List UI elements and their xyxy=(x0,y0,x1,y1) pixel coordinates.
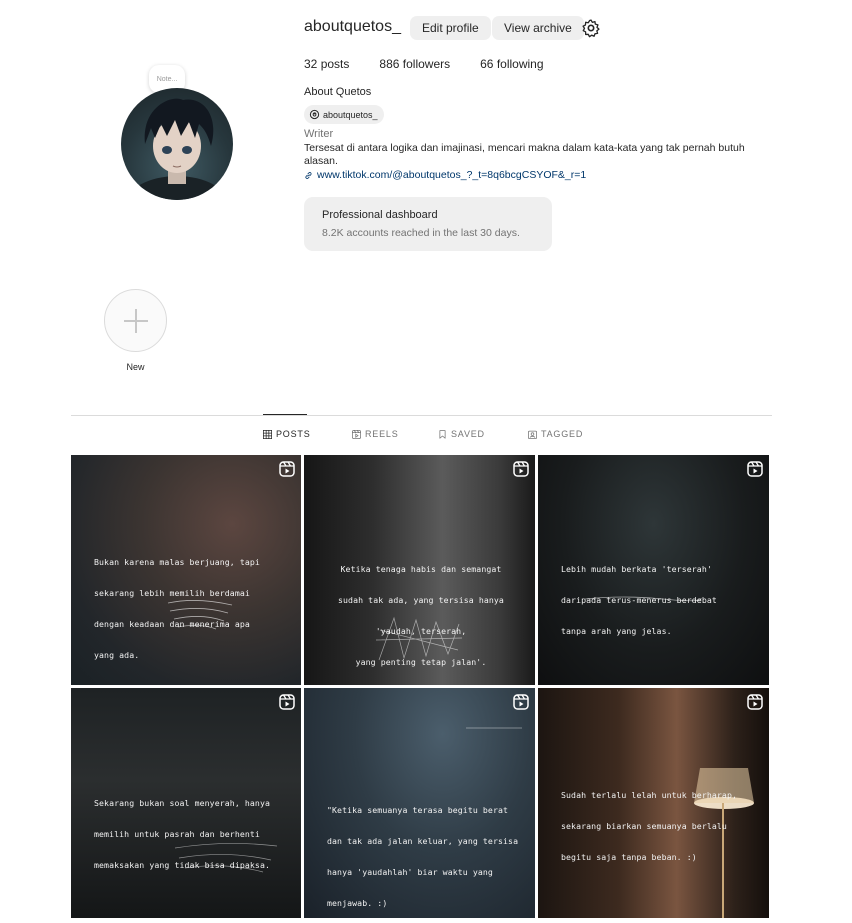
dashboard-subtitle: 8.2K accounts reached in the last 30 day… xyxy=(322,227,520,239)
tab-saved[interactable]: SAVED xyxy=(438,429,485,439)
profile-tabs: POSTS REELS SAVED TAGGED xyxy=(0,429,852,441)
caption-line: Lebih mudah berkata 'terserah' xyxy=(561,563,712,574)
profile-bio: Tersesat di antara logika dan imajinasi,… xyxy=(304,142,745,167)
profile-username: aboutquetos_ xyxy=(304,18,401,35)
reel-indicator-icon xyxy=(279,461,295,477)
scribble-decoration xyxy=(375,616,463,661)
following-stat[interactable]: 66 following xyxy=(480,57,543,71)
tab-reels[interactable]: REELS xyxy=(352,429,399,439)
scribble-decoration xyxy=(167,600,233,630)
tabs-divider xyxy=(71,415,772,416)
tab-saved-label: SAVED xyxy=(451,429,485,439)
reel-indicator-icon xyxy=(747,461,763,477)
link-icon xyxy=(305,171,312,179)
tab-posts[interactable]: POSTS xyxy=(263,429,311,439)
caption-line: hanya 'yaudahlah' biar waktu yang xyxy=(327,866,493,877)
followers-count: 886 xyxy=(379,57,400,71)
tab-posts-label: POSTS xyxy=(276,429,311,439)
profile-category: Writer xyxy=(304,128,334,140)
reel-indicator-icon xyxy=(279,694,295,710)
threads-badge[interactable]: aboutquetos_ xyxy=(304,105,384,124)
caption-line: sudah tak ada, yang tersisa hanya xyxy=(338,594,504,605)
caption-line: begitu saja tanpa beban. :) xyxy=(561,851,697,862)
followers-stat[interactable]: 886 followers xyxy=(379,57,450,71)
tab-tagged-label: TAGGED xyxy=(541,429,584,439)
caption-line: dan tak ada jalan keluar, yang tersisa xyxy=(327,835,519,846)
profile-link[interactable]: www.tiktok.com/@aboutquetos_?_t=8q6bcgCS… xyxy=(304,169,586,181)
edit-profile-button[interactable]: Edit profile xyxy=(410,16,491,40)
post-tile[interactable]: "Ketika semuanya terasa begitu berat dan… xyxy=(304,688,535,918)
following-count: 66 xyxy=(480,57,494,71)
dashboard-title: Professional dashboard xyxy=(322,209,438,221)
view-archive-button[interactable]: View archive xyxy=(492,16,584,40)
caption-line: "Ketika semuanya terasa begitu berat xyxy=(327,804,509,815)
post-tile[interactable]: Lebih mudah berkata 'terserah' daripada … xyxy=(538,455,769,685)
posts-label: posts xyxy=(320,57,350,71)
threads-icon xyxy=(309,109,320,120)
tab-tagged[interactable]: TAGGED xyxy=(528,429,583,439)
avatar-image xyxy=(121,88,233,200)
caption-line: Ketika tenaga habis dan semangat xyxy=(340,563,502,574)
post-tile[interactable]: Sekarang bukan soal menyerah, hanya memi… xyxy=(71,688,301,918)
profile-link-text[interactable]: www.tiktok.com/@aboutquetos_?_t=8q6bcgCS… xyxy=(317,169,586,181)
caption-line: Sekarang bukan soal menyerah, hanya xyxy=(94,797,271,808)
scribble-decoration xyxy=(584,596,702,602)
new-highlight-label: New xyxy=(126,362,145,372)
following-label: following xyxy=(496,57,544,71)
post-tile[interactable]: Ketika tenaga habis dan semangat sudah t… xyxy=(304,455,535,685)
caption-line: sekarang biarkan semuanya berlalu xyxy=(561,820,727,831)
bookmark-icon xyxy=(439,429,446,439)
scribble-decoration xyxy=(466,727,522,729)
reels-icon xyxy=(352,429,361,439)
post-caption: Sudah terlalu lelah untuk berharap, seka… xyxy=(561,772,737,881)
profile-stats: 32 posts 886 followers 66 following xyxy=(304,57,544,71)
scribble-decoration xyxy=(174,843,278,873)
reel-indicator-icon xyxy=(513,694,529,710)
avatar-illustration xyxy=(126,98,228,200)
professional-dashboard[interactable]: Professional dashboard 8.2K accounts rea… xyxy=(304,197,552,251)
caption-line: Sudah terlalu lelah untuk berharap, xyxy=(561,789,738,800)
active-tab-indicator xyxy=(263,414,307,415)
new-highlight-button[interactable] xyxy=(104,289,167,352)
threads-handle: aboutquetos_ xyxy=(323,109,378,120)
plus-icon xyxy=(123,308,148,333)
posts-count: 32 xyxy=(304,57,318,71)
caption-line: menjawab. :) xyxy=(327,897,388,908)
reel-indicator-icon xyxy=(747,694,763,710)
post-caption: "Ketika semuanya terasa begitu berat dan… xyxy=(327,787,518,918)
post-tile[interactable]: Bukan karena malas berjuang, tapi sekara… xyxy=(71,455,301,685)
grid-icon xyxy=(263,429,272,439)
caption-line: tanpa arah yang jelas. xyxy=(561,625,672,636)
settings-gear-icon[interactable] xyxy=(581,18,601,38)
caption-line: Bukan karena malas berjuang, tapi xyxy=(94,556,260,567)
posts-stat: 32 posts xyxy=(304,57,349,71)
reel-indicator-icon xyxy=(513,461,529,477)
profile-avatar[interactable] xyxy=(121,88,233,200)
tab-reels-label: REELS xyxy=(365,429,399,439)
tag-icon xyxy=(528,430,537,439)
followers-label: followers xyxy=(402,57,451,71)
caption-line: yang ada. xyxy=(94,649,140,660)
profile-full-name: About Quetos xyxy=(304,86,372,98)
post-tile[interactable]: Sudah terlalu lelah untuk berharap, seka… xyxy=(538,688,769,918)
